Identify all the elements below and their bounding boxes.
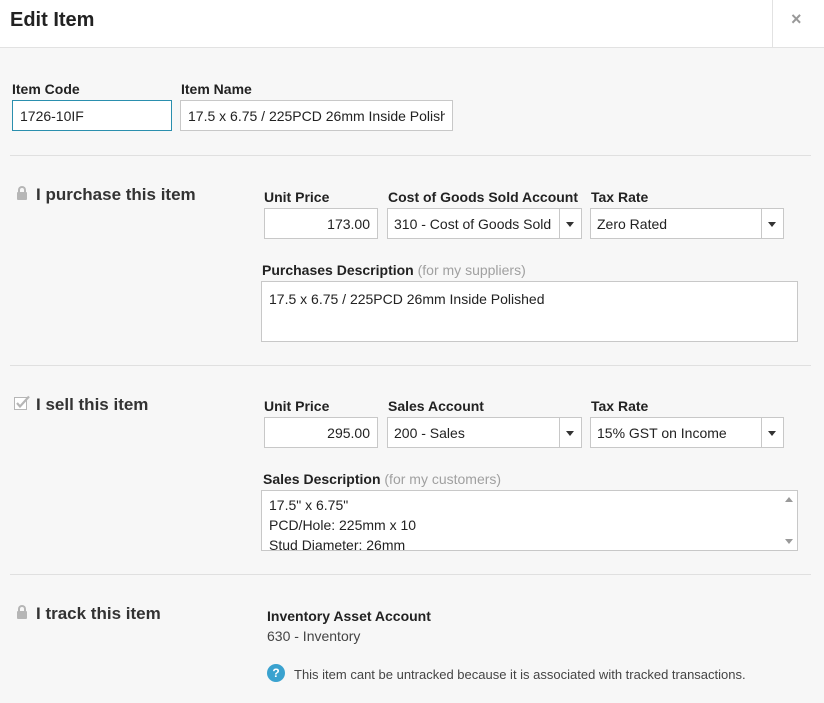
lock-icon xyxy=(17,605,27,619)
check-icon[interactable] xyxy=(14,395,30,411)
chevron-down-icon[interactable] xyxy=(761,209,783,238)
purchase-tax-value: Zero Rated xyxy=(597,216,668,232)
sell-tax-select[interactable]: 15% GST on Income xyxy=(590,417,784,448)
divider xyxy=(10,574,811,575)
textarea-scrollbar[interactable] xyxy=(782,492,796,549)
chevron-down-icon[interactable] xyxy=(559,418,581,447)
purchase-description-hint: (for my suppliers) xyxy=(417,262,526,278)
purchase-description-label: Purchases Description (for my suppliers) xyxy=(262,262,526,278)
close-icon[interactable]: × xyxy=(791,9,802,30)
inventory-asset-label: Inventory Asset Account xyxy=(267,608,431,624)
item-name-input[interactable] xyxy=(180,100,453,131)
sales-description-hint: (for my customers) xyxy=(384,471,502,487)
untrack-info-text: This item cant be untracked because it i… xyxy=(294,667,746,682)
item-name-label: Item Name xyxy=(181,81,252,97)
sell-tax-value: 15% GST on Income xyxy=(597,425,727,441)
chevron-down-icon[interactable] xyxy=(559,209,581,238)
purchase-description-label-text: Purchases Description xyxy=(262,262,414,278)
close-button[interactable]: × xyxy=(772,0,824,48)
sales-description-textarea[interactable]: 17.5" x 6.75" PCD/Hole: 225mm x 10 Stud … xyxy=(261,490,798,551)
item-code-label: Item Code xyxy=(12,81,80,97)
sell-account-label: Sales Account xyxy=(388,398,484,414)
sell-unit-price-label: Unit Price xyxy=(264,398,330,414)
track-section-title: I track this item xyxy=(36,604,161,623)
scroll-down-icon[interactable] xyxy=(785,539,793,544)
divider xyxy=(10,155,811,156)
chevron-down-icon[interactable] xyxy=(761,418,783,447)
lock-icon xyxy=(17,186,27,200)
description-line: PCD/Hole: 225mm x 10 xyxy=(269,517,417,533)
description-line: 17.5" x 6.75" xyxy=(269,497,349,513)
purchase-tax-label: Tax Rate xyxy=(591,189,649,205)
item-code-input[interactable] xyxy=(12,100,172,131)
purchase-description-textarea[interactable]: 17.5 x 6.75 / 225PCD 26mm Inside Polishe… xyxy=(261,281,798,342)
purchase-unit-price-input[interactable] xyxy=(264,208,378,239)
sales-description-label: Sales Description (for my customers) xyxy=(263,471,501,487)
dialog-body: Item Code Item Name I purchase this item… xyxy=(0,48,824,703)
purchase-account-label: Cost of Goods Sold Account xyxy=(388,189,579,205)
sell-section-title: I sell this item xyxy=(36,395,149,414)
purchase-account-select[interactable]: 310 - Cost of Goods Sold xyxy=(387,208,582,239)
purchase-account-value: 310 - Cost of Goods Sold xyxy=(394,216,552,232)
inventory-asset-value: 630 - Inventory xyxy=(267,628,361,644)
sell-account-value: 200 - Sales xyxy=(394,425,465,441)
sell-unit-price-input[interactable] xyxy=(264,417,378,448)
purchase-section-title: I purchase this item xyxy=(36,185,196,204)
purchase-tax-select[interactable]: Zero Rated xyxy=(590,208,784,239)
dialog-header: Edit Item × xyxy=(0,0,824,48)
sales-description-label-text: Sales Description xyxy=(263,471,381,487)
sell-account-select[interactable]: 200 - Sales xyxy=(387,417,582,448)
description-line: 17.5 x 6.75 / 225PCD 26mm Inside Polishe… xyxy=(269,291,545,307)
question-icon[interactable]: ? xyxy=(267,664,285,682)
sell-tax-label: Tax Rate xyxy=(591,398,649,414)
dialog-title: Edit Item xyxy=(10,9,95,31)
divider xyxy=(10,365,811,366)
purchase-unit-price-label: Unit Price xyxy=(264,189,330,205)
scroll-up-icon[interactable] xyxy=(785,497,793,502)
description-line: Stud Diameter: 26mm xyxy=(269,537,406,551)
